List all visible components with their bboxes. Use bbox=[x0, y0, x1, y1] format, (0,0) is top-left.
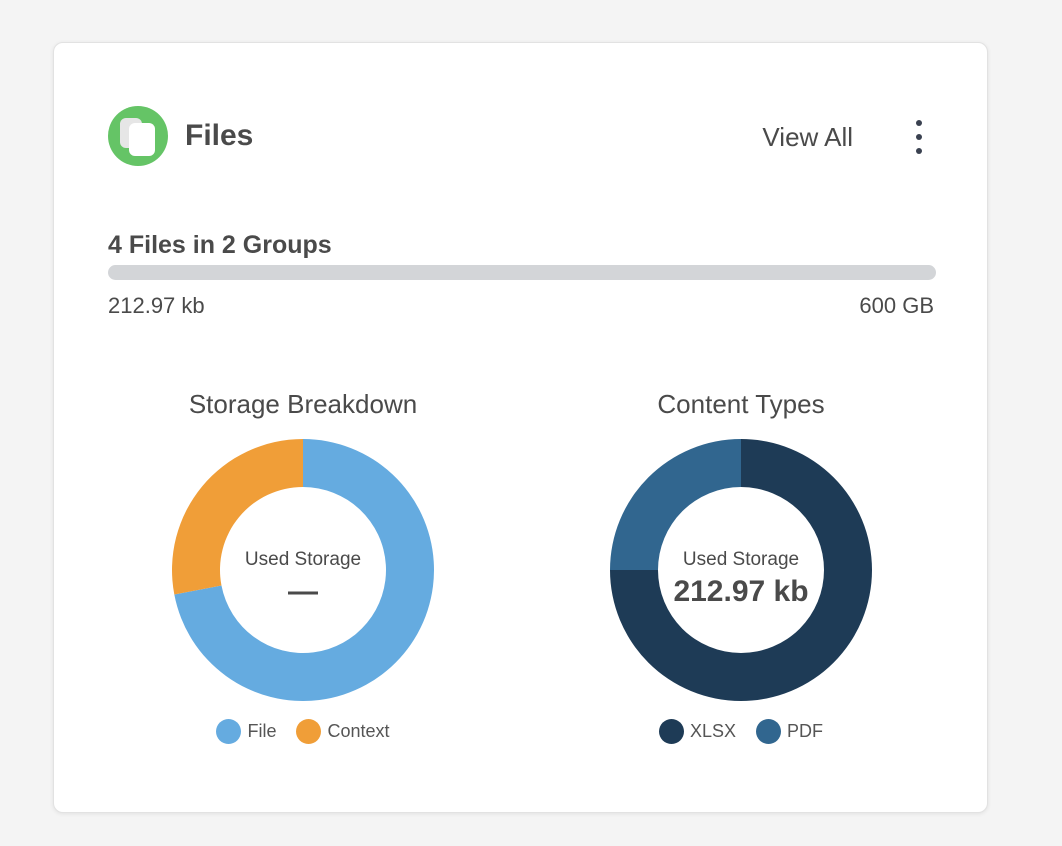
legend-item-pdf[interactable]: PDF bbox=[756, 719, 823, 744]
chart-title: Storage Breakdown bbox=[188, 389, 418, 419]
legend-label: File bbox=[247, 721, 277, 741]
card-title: Files bbox=[185, 119, 254, 152]
view-all-link[interactable]: View All bbox=[762, 122, 853, 153]
legend-label: PDF bbox=[787, 721, 824, 741]
more-vertical-icon[interactable] bbox=[909, 120, 929, 154]
files-card: Files View All 4 Files in 2 Groups 212.9… bbox=[53, 42, 988, 813]
legend-swatch bbox=[658, 719, 684, 744]
chart-title: Content Types bbox=[657, 389, 825, 419]
center-caption: Used Storage bbox=[682, 549, 800, 570]
files-icon bbox=[108, 106, 168, 166]
storage-progress-bar bbox=[108, 265, 936, 280]
center-value: — bbox=[288, 575, 318, 608]
files-summary: 4 Files in 2 Groups bbox=[108, 231, 332, 259]
center-caption: Used Storage bbox=[244, 549, 362, 570]
legend-label: XLSX bbox=[689, 721, 737, 741]
legend-swatch bbox=[216, 719, 242, 744]
more-dot bbox=[916, 120, 922, 126]
more-dot bbox=[916, 134, 922, 140]
donut-slice-context[interactable] bbox=[172, 439, 303, 595]
card-header: Files View All bbox=[108, 106, 933, 168]
center-value: 212.97 kb bbox=[673, 575, 809, 608]
legend-item-xlsx[interactable]: XLSX bbox=[658, 719, 737, 744]
more-dot bbox=[916, 148, 922, 154]
legend-label: Context bbox=[327, 721, 390, 741]
legend-item-context[interactable]: Context bbox=[296, 719, 390, 744]
used-storage-label: 212.97 kb bbox=[108, 293, 205, 318]
legend-swatch bbox=[296, 719, 322, 744]
capacity-label: 600 GB bbox=[859, 293, 934, 318]
legend-swatch bbox=[756, 719, 782, 744]
files-icon-front-sheet bbox=[129, 123, 155, 156]
chart-legend: XLSX PDF bbox=[571, 719, 911, 744]
chart-legend: File Context bbox=[133, 719, 473, 744]
legend-item-file[interactable]: File bbox=[216, 719, 276, 744]
